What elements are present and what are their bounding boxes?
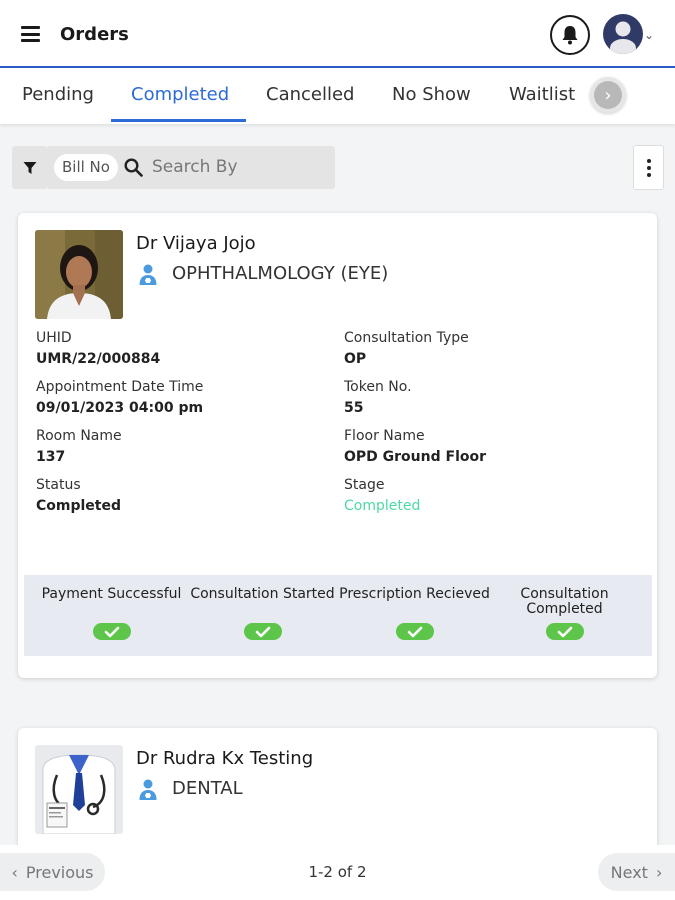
tab-pending[interactable]: Pending: [22, 84, 94, 105]
progress-step: Payment Successful: [33, 587, 190, 640]
field-label: Appointment Date Time: [36, 379, 204, 395]
check-icon: [243, 623, 282, 640]
search-bar: Bill No: [48, 146, 335, 189]
bell-icon: [562, 26, 578, 45]
search-input[interactable]: [152, 152, 322, 182]
page-title: Orders: [60, 24, 129, 45]
field-label: Token No.: [344, 379, 412, 395]
doctor-icon: [139, 779, 157, 800]
user-avatar[interactable]: [603, 14, 643, 54]
pagination-bar: ‹ Previous 1-2 of 2 Next ›: [0, 845, 675, 900]
next-label: Next: [610, 862, 648, 882]
filter-button[interactable]: [12, 146, 48, 189]
tab-no-show[interactable]: No Show: [392, 84, 471, 105]
kebab-icon: [646, 158, 651, 163]
hamburger-icon[interactable]: [21, 26, 40, 42]
field-value: 55: [344, 400, 364, 416]
order-card[interactable]: Dr Vijaya Jojo OPHTHALMOLOGY (EYE) UHID …: [18, 213, 657, 678]
app-header: Orders ⌄: [0, 0, 675, 68]
next-page-button[interactable]: Next ›: [598, 853, 675, 891]
field-label: Room Name: [36, 428, 122, 444]
doctor-name: Dr Rudra Kx Testing: [136, 748, 314, 769]
doctor-photo: [35, 745, 123, 834]
order-progress: Payment Successful Consultation Started …: [24, 575, 652, 656]
progress-step: Consultation Started: [184, 587, 341, 640]
user-avatar-icon: [610, 21, 636, 54]
chevron-right-icon: ›: [655, 862, 663, 882]
doctor-icon: [139, 264, 157, 285]
doctor-photo: [35, 230, 123, 319]
field-label: Floor Name: [344, 428, 425, 444]
status-tabs: Pending Completed Cancelled No Show Wait…: [0, 68, 675, 124]
step-label: Payment Successful: [41, 586, 182, 602]
page-count: 1-2 of 2: [308, 863, 367, 881]
field-label: Stage: [344, 477, 385, 493]
step-label: Consultation Started: [190, 586, 335, 602]
field-value: OP: [344, 351, 367, 367]
field-value: UMR/22/000884: [36, 351, 161, 367]
chevron-down-icon[interactable]: ⌄: [644, 28, 654, 42]
progress-step: Prescription Recieved: [336, 587, 493, 640]
floor-field: Floor Name OPD Ground Floor: [344, 427, 486, 466]
token-field: Token No. 55: [344, 378, 412, 417]
tab-cancelled[interactable]: Cancelled: [266, 84, 354, 105]
step-label: Prescription Recieved: [339, 586, 490, 602]
doctor-name: Dr Vijaya Jojo: [136, 233, 256, 254]
check-icon: [395, 623, 434, 640]
room-field: Room Name 137: [36, 427, 122, 466]
field-value: 09/01/2023 04:00 pm: [36, 400, 204, 416]
check-icon: [545, 623, 584, 640]
filter-icon: [23, 161, 37, 174]
field-value: OPD Ground Floor: [344, 449, 487, 465]
department-name: OPHTHALMOLOGY (EYE): [172, 263, 389, 284]
department-name: DENTAL: [172, 778, 243, 799]
uhid-field: UHID UMR/22/000884: [36, 329, 160, 368]
tab-waitlist[interactable]: Waitlist: [509, 84, 575, 105]
field-label: Consultation Type: [344, 330, 469, 346]
progress-step: Consultation Completed: [486, 587, 643, 640]
field-label: UHID: [36, 330, 72, 346]
field-value: Completed: [36, 498, 122, 514]
stage-value: Completed: [344, 498, 421, 514]
check-icon: [92, 623, 131, 640]
chevron-right-icon: ›: [594, 81, 622, 109]
search-icon: [124, 158, 143, 177]
more-options-button[interactable]: [633, 145, 664, 190]
stage-field: Stage Completed: [344, 476, 420, 515]
status-field: Status Completed: [36, 476, 121, 515]
notifications-button[interactable]: [550, 15, 590, 55]
field-value: 137: [36, 449, 66, 465]
step-label: Consultation Completed: [520, 586, 609, 617]
tabs-scroll-right-button[interactable]: ›: [590, 77, 626, 113]
tab-completed[interactable]: Completed: [131, 84, 229, 105]
field-label: Status: [36, 477, 81, 493]
active-tab-indicator: [111, 119, 246, 122]
appointment-datetime-field: Appointment Date Time 09/01/2023 04:00 p…: [36, 378, 203, 417]
consultation-type-field: Consultation Type OP: [344, 329, 469, 368]
search-field-chip[interactable]: Bill No: [54, 154, 118, 181]
